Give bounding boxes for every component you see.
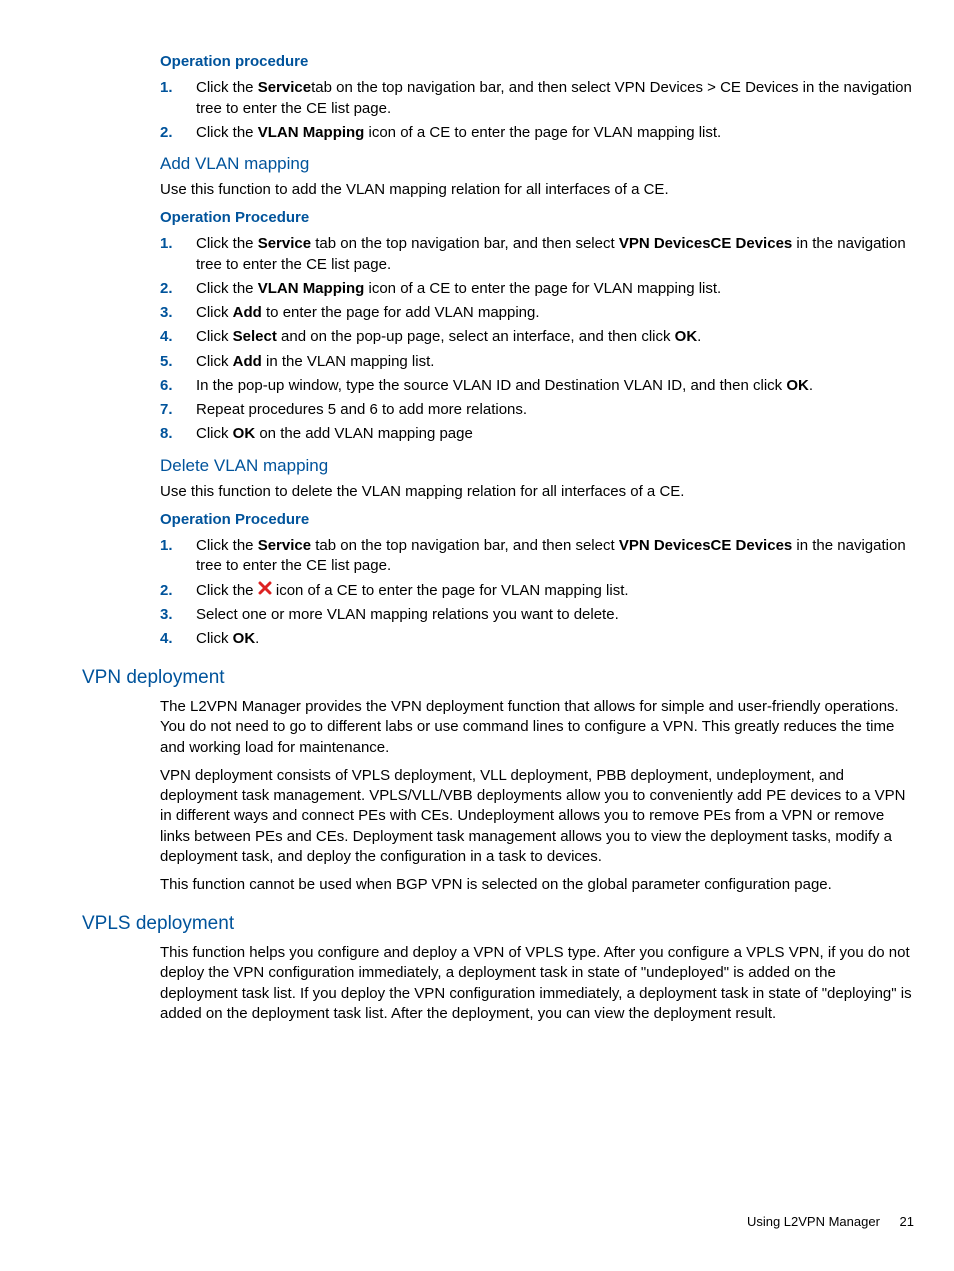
step-text: Click the VLAN Mapping icon of a CE to e… — [196, 280, 721, 297]
main-content: Operation procedure 1. Click the Servicet… — [82, 52, 914, 1024]
list-item: 2. Click the VLAN Mapping icon of a CE to… — [160, 279, 914, 299]
step-number: 5. — [160, 352, 173, 372]
step-text: Click OK. — [196, 630, 259, 647]
step-number: 1. — [160, 234, 173, 254]
heading-delete-vlan-mapping: Delete VLAN mapping — [160, 455, 914, 478]
page-footer: Using L2VPN Manager 21 — [747, 1213, 914, 1231]
heading-operation-procedure: Operation Procedure — [160, 510, 914, 530]
list-item: 1. Click the Service tab on the top navig… — [160, 234, 914, 275]
steps-list-3: 1. Click the Service tab on the top navig… — [160, 536, 914, 649]
heading-operation-procedure: Operation Procedure — [160, 208, 914, 228]
step-number: 2. — [160, 123, 173, 143]
page-number: 21 — [900, 1214, 914, 1229]
step-text: Repeat procedures 5 and 6 to add more re… — [196, 401, 527, 418]
step-number: 6. — [160, 376, 173, 396]
document-page: Operation procedure 1. Click the Servicet… — [0, 0, 954, 1271]
step-text: Click the Service tab on the top navigat… — [196, 235, 906, 272]
step-text: Click the VLAN Mapping icon of a CE to e… — [196, 124, 721, 141]
step-number: 7. — [160, 400, 173, 420]
paragraph: This function helps you configure and de… — [160, 943, 914, 1024]
list-item: 3. Click Add to enter the page for add VL… — [160, 303, 914, 323]
heading-vpn-deployment: VPN deployment — [82, 665, 914, 691]
list-item: 6. In the pop-up window, type the source … — [160, 376, 914, 396]
step-text: Click Add to enter the page for add VLAN… — [196, 304, 540, 321]
intro-text: Use this function to delete the VLAN map… — [160, 482, 914, 502]
list-item: 1. Click the Service tab on the top navig… — [160, 536, 914, 577]
step-text: Select one or more VLAN mapping relation… — [196, 606, 619, 623]
heading-vpls-deployment: VPLS deployment — [82, 911, 914, 937]
step-number: 4. — [160, 327, 173, 347]
step-text: Click OK on the add VLAN mapping page — [196, 425, 473, 442]
step-text: Click Add in the VLAN mapping list. — [196, 353, 434, 370]
step-text: Click the icon of a CE to enter the page… — [196, 582, 629, 599]
heading-operation-procedure: Operation procedure — [160, 52, 914, 72]
step-number: 1. — [160, 536, 173, 556]
step-number: 8. — [160, 424, 173, 444]
step-text: In the pop-up window, type the source VL… — [196, 377, 813, 394]
list-item: 7. Repeat procedures 5 and 6 to add more … — [160, 400, 914, 420]
list-item: 5. Click Add in the VLAN mapping list. — [160, 352, 914, 372]
delete-icon — [258, 581, 272, 601]
step-text: Click the Servicetab on the top navigati… — [196, 79, 912, 116]
paragraph: The L2VPN Manager provides the VPN deplo… — [160, 697, 914, 758]
heading-add-vlan-mapping: Add VLAN mapping — [160, 153, 914, 176]
step-number: 2. — [160, 581, 173, 601]
steps-list-2: 1. Click the Service tab on the top navig… — [160, 234, 914, 444]
step-text: Click the Service tab on the top navigat… — [196, 537, 906, 574]
list-item: 4. Click OK. — [160, 629, 914, 649]
step-number: 4. — [160, 629, 173, 649]
list-item: 3. Select one or more VLAN mapping relati… — [160, 605, 914, 625]
step-number: 2. — [160, 279, 173, 299]
list-item: 2. Click the icon of a CE to enter the pa… — [160, 581, 914, 601]
intro-text: Use this function to add the VLAN mappin… — [160, 180, 914, 200]
footer-label: Using L2VPN Manager — [747, 1214, 880, 1229]
step-number: 1. — [160, 78, 173, 98]
list-item: 2. Click the VLAN Mapping icon of a CE to… — [160, 123, 914, 143]
step-number: 3. — [160, 605, 173, 625]
list-item: 4. Click Select and on the pop-up page, s… — [160, 327, 914, 347]
step-number: 3. — [160, 303, 173, 323]
list-item: 8. Click OK on the add VLAN mapping page — [160, 424, 914, 444]
steps-list-1: 1. Click the Servicetab on the top naviga… — [160, 78, 914, 143]
paragraph: VPN deployment consists of VPLS deployme… — [160, 766, 914, 867]
step-text: Click Select and on the pop-up page, sel… — [196, 328, 701, 345]
paragraph: This function cannot be used when BGP VP… — [160, 875, 914, 895]
list-item: 1. Click the Servicetab on the top naviga… — [160, 78, 914, 119]
